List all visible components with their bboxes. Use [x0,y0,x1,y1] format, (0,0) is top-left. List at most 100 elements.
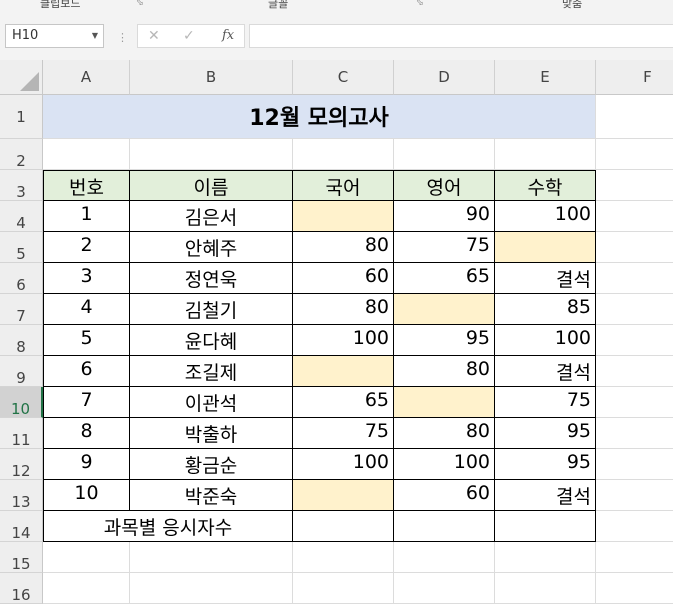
cell[interactable] [130,139,293,170]
table-cell[interactable]: 60 [394,480,495,511]
table-cell[interactable]: 80 [394,418,495,449]
table-header-cell[interactable]: 국어 [293,170,394,201]
table-cell[interactable]: 2 [43,232,130,263]
cell[interactable] [596,573,673,604]
table-cell[interactable] [293,480,394,511]
table-cell[interactable]: 3 [43,263,130,294]
cell[interactable] [495,542,596,573]
column-header-b[interactable]: B [130,60,293,95]
table-cell[interactable]: 결석 [495,356,596,387]
cell[interactable] [596,480,673,511]
table-cell[interactable]: 100 [495,201,596,232]
table-cell[interactable]: 박준숙 [130,480,293,511]
row-header-15[interactable]: 15 [0,542,43,573]
row-header-12[interactable]: 12 [0,449,43,480]
cell[interactable] [596,418,673,449]
cell[interactable] [596,356,673,387]
table-cell[interactable]: 5 [43,325,130,356]
cell[interactable] [596,201,673,232]
cell[interactable] [596,232,673,263]
table-cell[interactable] [293,356,394,387]
cell[interactable] [596,263,673,294]
table-cell[interactable]: 8 [43,418,130,449]
table-cell[interactable]: 100 [293,325,394,356]
more-options-icon[interactable]: ⋮ [117,31,128,44]
table-cell[interactable]: 100 [495,325,596,356]
cell[interactable] [596,294,673,325]
table-header-cell[interactable]: 영어 [394,170,495,201]
cell[interactable] [43,573,130,604]
cell[interactable] [495,573,596,604]
select-all-button[interactable] [0,60,43,95]
row-header-9[interactable]: 9 [0,356,43,387]
cell[interactable] [130,542,293,573]
row-header-11[interactable]: 11 [0,418,43,449]
column-header-c[interactable]: C [293,60,394,95]
cancel-icon[interactable]: ✕ [148,28,160,44]
table-cell[interactable]: 75 [495,387,596,418]
table-cell[interactable] [394,387,495,418]
table-cell[interactable]: 95 [495,449,596,480]
name-box[interactable]: H10 ▼ [5,24,104,48]
table-cell[interactable] [495,232,596,263]
cell[interactable] [596,387,673,418]
table-cell[interactable]: 이관석 [130,387,293,418]
table-cell[interactable]: 조길제 [130,356,293,387]
cell[interactable] [394,139,495,170]
cell[interactable] [596,95,673,139]
column-header-e[interactable]: E [495,60,596,95]
table-cell[interactable]: 75 [293,418,394,449]
table-cell[interactable]: 박출하 [130,418,293,449]
table-header-cell[interactable]: 수학 [495,170,596,201]
cell[interactable] [293,542,394,573]
cell[interactable] [596,449,673,480]
column-header-d[interactable]: D [394,60,495,95]
table-cell[interactable]: 85 [495,294,596,325]
cell[interactable] [596,139,673,170]
chevron-down-icon[interactable]: ▼ [92,25,98,47]
table-cell[interactable]: 100 [394,449,495,480]
table-cell[interactable]: 4 [43,294,130,325]
summary-cell[interactable] [495,511,596,542]
summary-cell[interactable] [293,511,394,542]
table-cell[interactable]: 95 [495,418,596,449]
table-header-cell[interactable]: 이름 [130,170,293,201]
table-cell[interactable]: 1 [43,201,130,232]
cell[interactable] [43,542,130,573]
row-header-4[interactable]: 4 [0,201,43,232]
table-cell[interactable]: 80 [293,294,394,325]
table-cell[interactable]: 80 [293,232,394,263]
table-cell[interactable]: 정연욱 [130,263,293,294]
table-cell[interactable]: 윤다혜 [130,325,293,356]
table-cell[interactable]: 결석 [495,480,596,511]
table-cell[interactable]: 100 [293,449,394,480]
table-cell[interactable]: 60 [293,263,394,294]
cell[interactable] [130,573,293,604]
enter-check-icon[interactable]: ✓ [183,28,195,44]
table-cell[interactable]: 10 [43,480,130,511]
row-header-5[interactable]: 5 [0,232,43,263]
table-header-cell[interactable]: 번호 [43,170,130,201]
column-header-f[interactable]: F [596,60,673,95]
table-cell[interactable]: 6 [43,356,130,387]
table-cell[interactable]: 65 [394,263,495,294]
cell[interactable] [596,325,673,356]
table-cell[interactable]: 황금순 [130,449,293,480]
row-header-2[interactable]: 2 [0,139,43,170]
table-cell[interactable]: 65 [293,387,394,418]
table-cell[interactable] [394,294,495,325]
table-cell[interactable]: 75 [394,232,495,263]
cell[interactable] [596,511,673,542]
font-dialog-launcher-icon[interactable]: ⬂ [416,0,424,8]
row-header-7[interactable]: 7 [0,294,43,325]
summary-cell[interactable] [394,511,495,542]
row-header-3[interactable]: 3 [0,170,43,201]
table-cell[interactable]: 95 [394,325,495,356]
row-header-16[interactable]: 16 [0,573,43,604]
row-header-10[interactable]: 10 [0,387,43,418]
cell[interactable] [293,139,394,170]
table-cell[interactable]: 결석 [495,263,596,294]
cell[interactable] [43,139,130,170]
cell[interactable] [293,573,394,604]
cell[interactable] [495,139,596,170]
